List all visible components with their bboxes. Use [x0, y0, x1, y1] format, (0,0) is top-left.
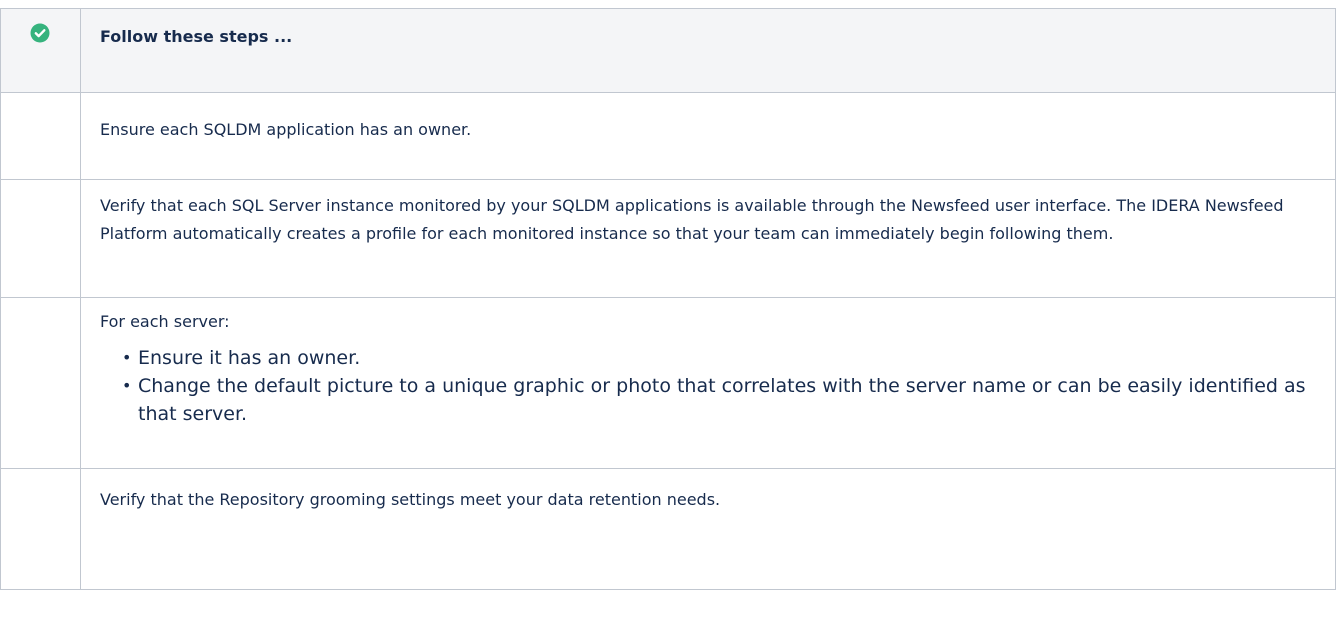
step-content-cell: Verify that the Repository grooming sett…: [80, 468, 1336, 590]
step-row: Verify that each SQL Server instance mon…: [0, 179, 1336, 298]
header-icon-cell: [0, 8, 81, 93]
step-number-cell: [0, 468, 81, 590]
header-text-cell: Follow these steps ...: [80, 8, 1336, 93]
step-content-cell: Verify that each SQL Server instance mon…: [80, 179, 1336, 298]
step-bullet-list: Ensure it has an owner. Change the defau…: [81, 344, 1315, 428]
steps-header-row: Follow these steps ...: [0, 8, 1336, 93]
step-content-cell: For each server: Ensure it has an owner.…: [80, 297, 1336, 469]
step-text: For each server:: [100, 312, 230, 331]
check-circle-icon: [30, 23, 50, 43]
step-row: For each server: Ensure it has an owner.…: [0, 297, 1336, 469]
step-number-cell: [0, 179, 81, 298]
list-item: Change the default picture to a unique g…: [122, 372, 1315, 428]
step-number-cell: [0, 297, 81, 469]
step-row: Verify that the Repository grooming sett…: [0, 468, 1336, 590]
step-content-cell: Ensure each SQLDM application has an own…: [80, 92, 1336, 180]
step-number-cell: [0, 92, 81, 180]
step-row: Ensure each SQLDM application has an own…: [0, 92, 1336, 180]
step-text: Verify that each SQL Server instance mon…: [100, 196, 1284, 243]
step-text: Ensure each SQLDM application has an own…: [100, 120, 472, 139]
steps-title: Follow these steps ...: [100, 27, 293, 46]
step-text: Verify that the Repository grooming sett…: [100, 490, 721, 509]
steps-panel: Follow these steps ... Ensure each SQLDM…: [0, 8, 1336, 590]
list-item: Ensure it has an owner.: [122, 344, 1315, 372]
